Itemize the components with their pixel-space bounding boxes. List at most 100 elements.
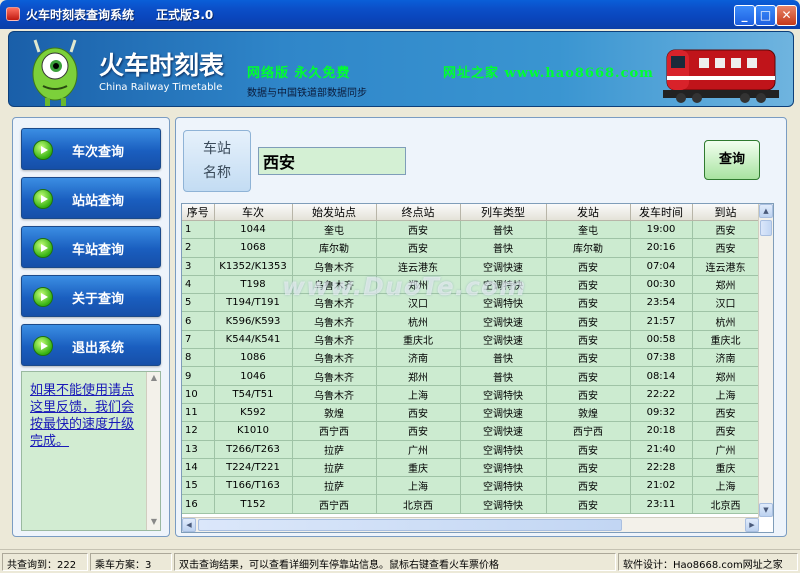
table-cell: 西安	[546, 440, 631, 459]
monster-mascot-icon	[32, 39, 78, 106]
table-cell: 广州	[376, 440, 461, 459]
table-row[interactable]: 8 1086 乌鲁木齐 济南 普快 西安 07:38 济南	[182, 348, 760, 368]
scroll-up-icon[interactable]: ▲	[759, 204, 773, 218]
scroll-left-icon[interactable]: ◀	[182, 518, 196, 532]
table-cell: 西安	[546, 311, 631, 331]
table-row[interactable]: 12 K1010 西宁西 西安 空调快速 西宁西 20:18 西安	[182, 421, 760, 441]
query-button[interactable]: 查询	[704, 140, 760, 180]
table-cell: 上海	[376, 476, 461, 496]
scroll-up-icon[interactable]: ▲	[148, 373, 160, 385]
table-cell: T54/T51	[214, 385, 293, 404]
column-header[interactable]: 始发站点	[292, 204, 377, 221]
train-number-query-button[interactable]: 车次查询	[21, 128, 161, 170]
column-header[interactable]: 列车类型	[460, 204, 547, 221]
feedback-link[interactable]: 如果不能使用请点这里反馈，我们会按最快的速度升级完成。	[30, 382, 142, 450]
close-button[interactable]: ✕	[776, 5, 797, 26]
play-icon	[33, 140, 53, 160]
play-icon	[33, 189, 53, 209]
table-cell: 西宁西	[546, 421, 631, 441]
scroll-down-icon[interactable]: ▼	[148, 517, 160, 529]
column-header[interactable]: 序号	[182, 204, 215, 221]
table-cell: 21:02	[630, 476, 693, 496]
table-row[interactable]: 7 K544/K541 乌鲁木齐 重庆北 空调快速 西安 00:58 重庆北	[182, 330, 760, 350]
table-row[interactable]: 13 T266/T263 拉萨 广州 空调特快 西安 21:40 广州	[182, 440, 760, 459]
minimize-button[interactable]: _	[734, 5, 755, 26]
table-cell: 9	[182, 366, 215, 386]
station-query-button[interactable]: 车站查询	[21, 226, 161, 268]
watermark: www.DuoTe.com	[282, 272, 527, 301]
table-row[interactable]: 16 T152 西宁西 北京西 空调特快 西安 23:11 北京西	[182, 494, 760, 514]
station-name-input[interactable]	[258, 147, 406, 175]
table-cell: 12	[182, 421, 215, 441]
table-cell: 乌鲁木齐	[292, 385, 377, 404]
table-cell: 敦煌	[292, 403, 377, 423]
column-header[interactable]: 发车时间	[630, 204, 693, 221]
table-cell: 1044	[214, 220, 293, 240]
table-row[interactable]: 14 T224/T221 拉萨 重庆 空调特快 西安 22:28 重庆	[182, 458, 760, 478]
station-to-station-query-button[interactable]: 站站查询	[21, 177, 161, 219]
about-button[interactable]: 关于查询	[21, 275, 161, 317]
app-icon	[6, 7, 20, 21]
table-cell: K1352/K1353	[214, 257, 293, 276]
table-cell: 23:54	[630, 293, 693, 313]
title-bar[interactable]: 火车时刻表查询系统 正式版3.0 _ □ ✕	[0, 0, 800, 29]
table-row[interactable]: 2 1068 库尔勒 西安 普快 库尔勒 20:16 西安	[182, 238, 760, 258]
minimize-icon: _	[741, 8, 748, 22]
feedback-scrollbar[interactable]: ▲ ▼	[146, 372, 160, 530]
table-cell: 乌鲁木齐	[292, 330, 377, 350]
vertical-scroll-thumb[interactable]	[760, 220, 772, 236]
maximize-button[interactable]: □	[755, 5, 776, 26]
table-row[interactable]: 1 1044 奎屯 西安 普快 奎屯 19:00 西安	[182, 220, 760, 240]
vertical-scrollbar[interactable]: ▲ ▼	[758, 204, 773, 517]
table-cell: 空调快速	[460, 330, 547, 350]
table-cell: 5	[182, 293, 215, 313]
nav-label: 退出系统	[72, 341, 125, 356]
window-title: 火车时刻表查询系统	[26, 8, 135, 22]
table-cell: 西安	[546, 458, 631, 478]
banner-subtitle: China Railway Timetable	[99, 82, 223, 93]
table-cell: 济南	[692, 348, 760, 368]
table-cell: 空调特快	[460, 476, 547, 496]
table-header-row: 序号 车次 始发站点 终点站 列车类型 发站 发车时间 到站	[182, 204, 760, 221]
scroll-down-icon[interactable]: ▼	[759, 503, 773, 517]
table-row[interactable]: 10 T54/T51 乌鲁木齐 上海 空调特快 西安 22:22 上海	[182, 385, 760, 404]
horizontal-scroll-thumb[interactable]	[198, 519, 622, 531]
table-cell: 西宁西	[292, 494, 377, 514]
table-cell: 西安	[692, 238, 760, 258]
horizontal-scrollbar[interactable]: ◀ ▶	[182, 517, 759, 532]
table-cell: 空调特快	[460, 458, 547, 478]
table-cell: 6	[182, 311, 215, 331]
table-cell: K592	[214, 403, 293, 423]
table-cell: 23:11	[630, 494, 693, 514]
exit-button[interactable]: 退出系统	[21, 324, 161, 366]
table-cell: 19:00	[630, 220, 693, 240]
column-header[interactable]: 车次	[214, 204, 293, 221]
table-cell: 09:32	[630, 403, 693, 423]
table-cell: 13	[182, 440, 215, 459]
table-row[interactable]: 9 1046 乌鲁木齐 郑州 普快 西安 08:14 郑州	[182, 366, 760, 386]
table-cell: 西安	[376, 238, 461, 258]
table-row[interactable]: 15 T166/T163 拉萨 上海 空调特快 西安 21:02 上海	[182, 476, 760, 496]
table-cell: 库尔勒	[292, 238, 377, 258]
table-cell: T224/T221	[214, 458, 293, 478]
table-cell: 西安	[546, 348, 631, 368]
table-cell: 16	[182, 494, 215, 514]
scroll-right-icon[interactable]: ▶	[745, 518, 759, 532]
table-cell: 拉萨	[292, 458, 377, 478]
table-cell: T198	[214, 275, 293, 295]
column-header[interactable]: 到站	[692, 204, 760, 221]
banner-slogan: 网络版 永久免费	[247, 66, 351, 81]
header-banner: 火车时刻表 China Railway Timetable 网络版 永久免费 网…	[8, 31, 794, 107]
table-cell: 西安	[546, 293, 631, 313]
column-header[interactable]: 发站	[546, 204, 631, 221]
table-cell: 乌鲁木齐	[292, 311, 377, 331]
table-row[interactable]: 6 K596/K593 乌鲁木齐 杭州 空调快速 西安 21:57 杭州	[182, 311, 760, 331]
table-cell: 西安	[546, 257, 631, 276]
table-cell: T166/T163	[214, 476, 293, 496]
table-row[interactable]: 11 K592 敦煌 西安 空调快速 敦煌 09:32 西安	[182, 403, 760, 423]
column-header[interactable]: 终点站	[376, 204, 461, 221]
table-cell: 普快	[460, 366, 547, 386]
table-cell: 空调特快	[460, 440, 547, 459]
table-cell: 西安	[546, 476, 631, 496]
results-grid[interactable]: 序号 车次 始发站点 终点站 列车类型 发站 发车时间 到站 1 1044 奎屯 西安 普快 奎屯 19:…	[181, 203, 774, 533]
